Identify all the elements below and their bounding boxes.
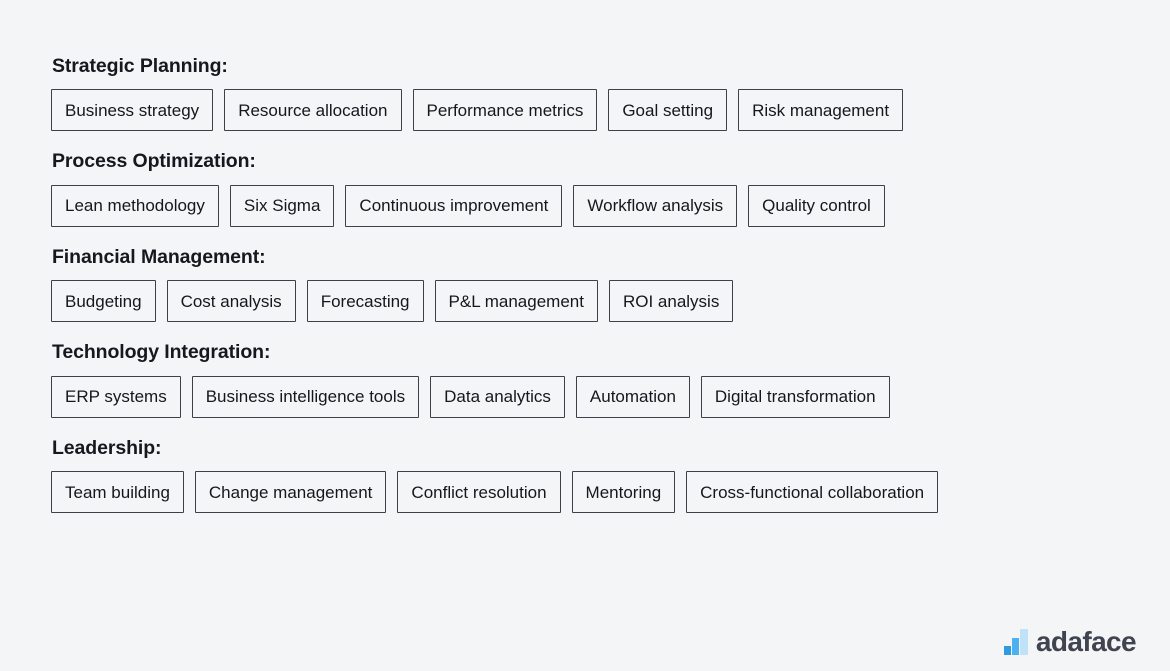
chip[interactable]: Conflict resolution <box>397 471 561 514</box>
chip[interactable]: Automation <box>575 375 690 418</box>
chip[interactable]: Data analytics <box>430 375 565 418</box>
chip[interactable]: Cost analysis <box>166 280 296 323</box>
chip[interactable]: Six Sigma <box>229 184 335 227</box>
chip[interactable]: Risk management <box>738 89 904 132</box>
adaface-wordmark: adaface <box>1035 626 1137 657</box>
chip[interactable]: P&L management <box>434 280 598 323</box>
section-process-optimization: Process Optimization: Lean methodology S… <box>51 150 1120 227</box>
section-heading: Technology Integration: <box>52 341 271 364</box>
section-leadership: Leadership: Team building Change managem… <box>51 436 1120 514</box>
chip[interactable]: Lean methodology <box>51 184 219 227</box>
section-heading: Financial Management: <box>52 245 266 268</box>
skills-chip-board: Strategic Planning: Business strategy Re… <box>0 0 1170 671</box>
chip-group: Budgeting Cost analysis Forecasting P&L … <box>51 280 1071 323</box>
chip[interactable]: Quality control <box>748 184 885 227</box>
chip[interactable]: Business intelligence tools <box>191 375 420 418</box>
chip[interactable]: Continuous improvement <box>345 184 563 227</box>
section-heading: Strategic Planning: <box>52 55 228 77</box>
chip[interactable]: Digital transformation <box>700 375 890 418</box>
chip[interactable]: ERP systems <box>51 375 181 418</box>
chip[interactable]: Performance metrics <box>412 89 598 132</box>
chip[interactable]: ROI analysis <box>608 280 734 323</box>
chip[interactable]: Budgeting <box>51 280 156 323</box>
chip-group: Lean methodology Six Sigma Continuous im… <box>51 184 1071 227</box>
chip-group: Team building Change management Conflict… <box>51 471 1071 514</box>
section-technology-integration: Technology Integration: ERP systems Busi… <box>51 341 1120 418</box>
section-financial-management: Financial Management: Budgeting Cost ana… <box>51 245 1120 323</box>
chip[interactable]: Forecasting <box>306 280 424 323</box>
chip[interactable]: Cross-functional collaboration <box>686 471 939 514</box>
adaface-logo: adaface <box>1003 626 1137 657</box>
section-heading: Process Optimization: <box>52 150 256 173</box>
chip[interactable]: Mentoring <box>571 471 676 514</box>
section-strategic-planning: Strategic Planning: Business strategy Re… <box>51 55 1120 132</box>
chip[interactable]: Resource allocation <box>224 89 402 132</box>
chip[interactable]: Business strategy <box>51 89 214 132</box>
bar-chart-icon <box>1003 629 1028 655</box>
chip-group: ERP systems Business intelligence tools … <box>51 375 1071 418</box>
chip[interactable]: Team building <box>51 471 184 514</box>
chip-group: Business strategy Resource allocation Pe… <box>51 89 1071 132</box>
chip[interactable]: Change management <box>194 471 387 514</box>
chip[interactable]: Workflow analysis <box>573 184 738 227</box>
section-heading: Leadership: <box>52 436 162 459</box>
chip[interactable]: Goal setting <box>608 89 728 132</box>
